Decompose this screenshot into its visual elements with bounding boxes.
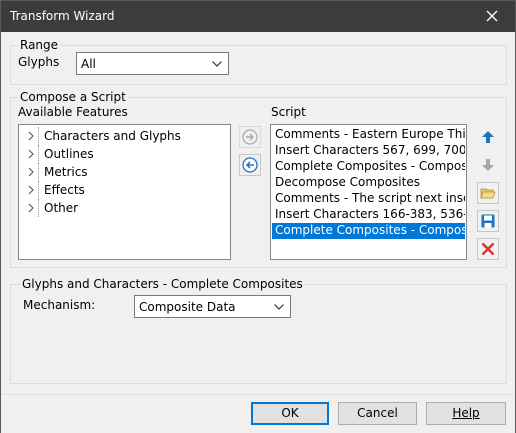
tree-item-label: Metrics (44, 165, 88, 179)
chevron-down-icon (212, 61, 222, 67)
available-features-label: Available Features (18, 105, 128, 119)
help-button-label: Help (452, 406, 480, 420)
window-title: Transform Wizard (10, 9, 115, 23)
script-item-selected[interactable]: Complete Composites - Composite Data (272, 223, 465, 239)
move-down-button[interactable] (477, 154, 499, 176)
chevron-right-icon (28, 167, 34, 177)
delete-icon (481, 242, 495, 256)
glyphs-dropdown-value: All (81, 57, 96, 71)
glyphs-label: Glyphs (18, 55, 60, 69)
tree-item-other[interactable]: Other (19, 199, 230, 217)
add-to-script-button[interactable] (239, 126, 261, 148)
arrow-left-icon (242, 157, 258, 173)
tree-item-characters-and-glyphs[interactable]: Characters and Glyphs (19, 127, 230, 145)
script-item[interactable]: Insert Characters 166-383, 536-539, 567 (272, 207, 465, 223)
close-icon (486, 10, 498, 22)
tree-item-metrics[interactable]: Metrics (19, 163, 230, 181)
details-legend: Glyphs and Characters - Complete Composi… (20, 277, 305, 291)
chevron-right-icon (28, 131, 34, 141)
tree-item-label: Characters and Glyphs (44, 129, 181, 143)
script-label: Script (271, 105, 306, 119)
delete-item-button[interactable] (477, 238, 499, 260)
script-list[interactable]: Comments - Eastern Europe This script In… (270, 124, 467, 260)
arrow-down-icon (482, 159, 494, 171)
tree-item-label: Other (44, 201, 79, 215)
ok-button[interactable]: OK (251, 402, 329, 425)
open-script-button[interactable] (477, 182, 499, 204)
help-button[interactable]: Help (426, 402, 506, 425)
compose-legend: Compose a Script (18, 90, 128, 104)
chevron-down-icon (274, 304, 284, 310)
close-button[interactable] (469, 1, 515, 32)
glyphs-dropdown[interactable]: All (76, 52, 229, 75)
range-legend: Range (18, 38, 61, 52)
folder-open-icon (480, 188, 496, 199)
move-up-button[interactable] (477, 126, 499, 148)
mechanism-dropdown[interactable]: Composite Data (134, 295, 291, 318)
available-features-tree[interactable]: Characters and Glyphs Outlines Metrics E… (18, 124, 231, 260)
chevron-right-icon (28, 149, 34, 159)
chevron-right-icon (28, 203, 34, 213)
script-item[interactable]: Decompose Composites (272, 175, 465, 191)
tree-item-label: Effects (44, 183, 85, 197)
mechanism-dropdown-value: Composite Data (139, 300, 236, 314)
transform-wizard-dialog: Transform Wizard Range Glyphs All Compos… (0, 0, 516, 433)
remove-from-script-button[interactable] (239, 154, 261, 176)
save-script-button[interactable] (477, 210, 499, 232)
mechanism-label: Mechanism: (23, 298, 96, 312)
chevron-right-icon (28, 185, 34, 195)
script-item[interactable]: Insert Characters 567, 699, 700, 710, 71… (272, 143, 465, 159)
tree-item-outlines[interactable]: Outlines (19, 145, 230, 163)
save-icon (481, 214, 495, 228)
title-bar: Transform Wizard (1, 1, 515, 32)
arrow-up-icon (482, 131, 494, 143)
cancel-button[interactable]: Cancel (338, 402, 417, 425)
script-item[interactable]: Comments - Eastern Europe This script (272, 127, 465, 143)
tree-item-label: Outlines (44, 147, 94, 161)
tree-item-effects[interactable]: Effects (19, 181, 230, 199)
script-item[interactable]: Comments - The script next inserts the (272, 191, 465, 207)
arrow-right-icon (242, 129, 258, 145)
script-item[interactable]: Complete Composites - Composite Data (272, 159, 465, 175)
